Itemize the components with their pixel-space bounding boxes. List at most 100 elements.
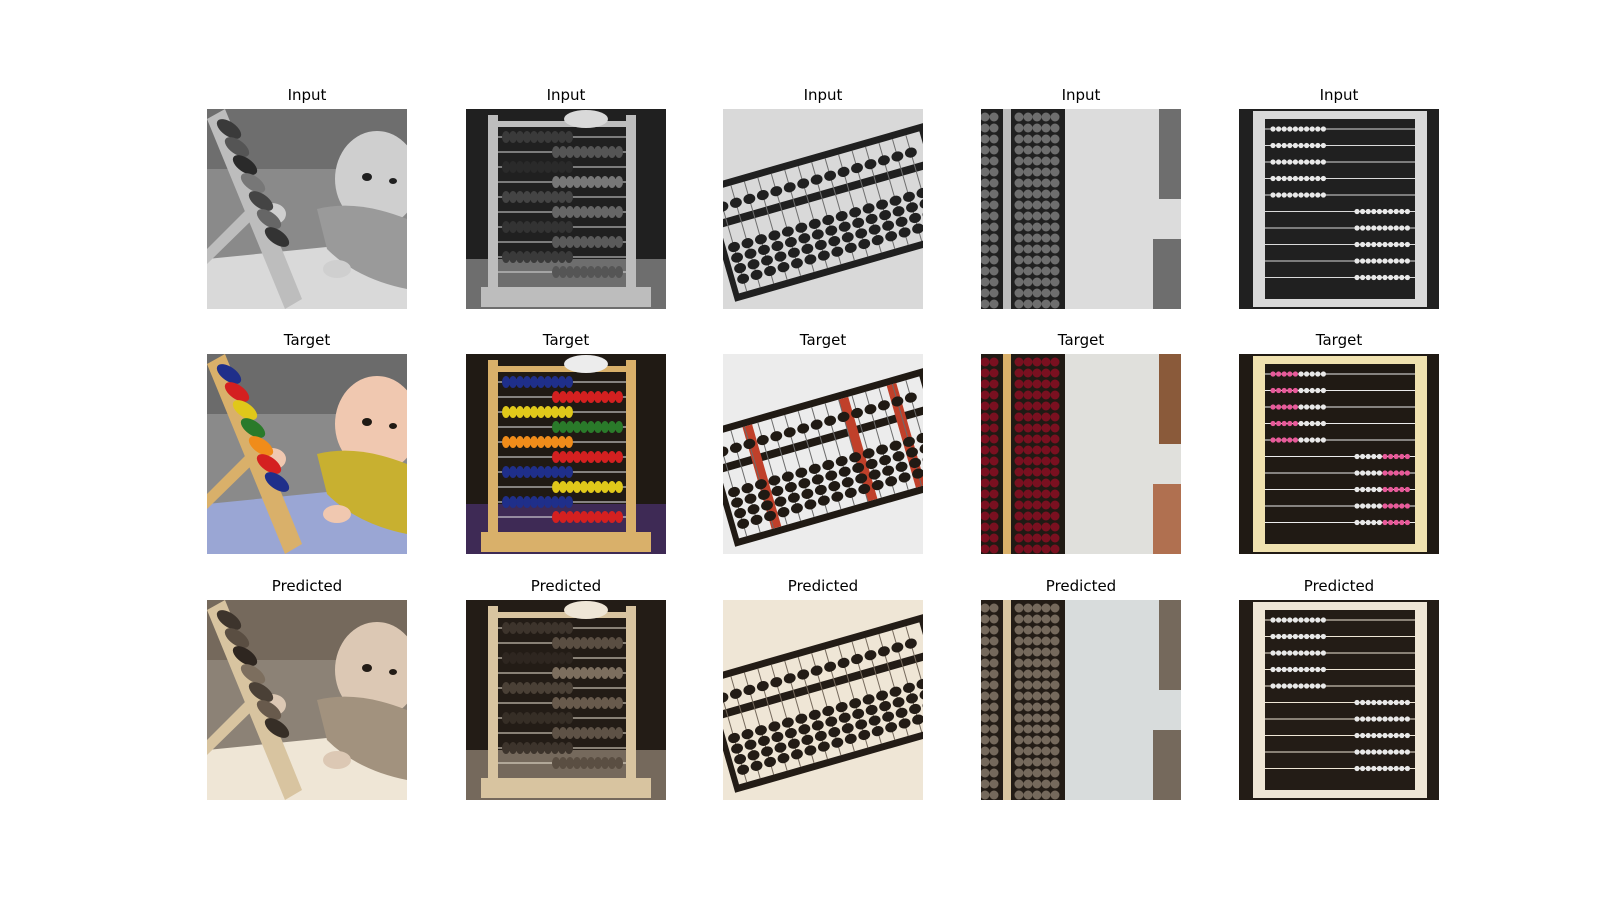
- abacus-bead: [558, 406, 566, 418]
- board-bead: [1304, 650, 1310, 656]
- board-bead: [1382, 274, 1388, 281]
- abacus-bead: [1014, 156, 1024, 166]
- board-bead: [1354, 765, 1360, 772]
- abacus-bead: [1032, 222, 1042, 232]
- abacus-bead: [552, 176, 560, 188]
- abacus-bead: [1032, 790, 1042, 800]
- grid-cell-sepia: Predicted: [466, 577, 666, 800]
- board-bead: [1287, 633, 1293, 640]
- abacus-bead: [1041, 134, 1051, 144]
- abacus-bead: [1023, 746, 1033, 756]
- abacus-bead: [1014, 134, 1024, 144]
- picture-frame-bottom: [1153, 484, 1181, 554]
- abacus-bead: [989, 691, 999, 701]
- abacus-bead: [1050, 658, 1060, 668]
- abacus-bead: [587, 667, 595, 679]
- abacus-bead: [537, 466, 545, 478]
- abacus-bead: [989, 277, 999, 287]
- board-bead: [1270, 126, 1276, 132]
- abacus-bead: [530, 131, 538, 143]
- abacus-bead: [580, 451, 588, 463]
- abacus-bead: [601, 391, 609, 403]
- abacus-bead: [530, 466, 538, 478]
- board-bead: [1287, 126, 1293, 132]
- abacus-bead: [1041, 357, 1051, 367]
- abacus-bead: [1050, 266, 1060, 276]
- board-bead: [1399, 716, 1405, 722]
- board-bead: [1399, 749, 1405, 755]
- abacus-bead: [1032, 544, 1042, 554]
- board-bead: [1354, 699, 1360, 706]
- abacus-bead: [1050, 691, 1060, 701]
- abacus-bead: [601, 667, 609, 679]
- board-bead: [1276, 666, 1282, 673]
- abacus-bead: [530, 436, 538, 448]
- grid-cell-sepia: Predicted: [981, 577, 1181, 800]
- child-hand: [564, 110, 608, 128]
- board-bead: [1315, 617, 1321, 623]
- board-bead: [1404, 699, 1410, 706]
- abacus-bead: [509, 622, 517, 634]
- abacus-bead: [565, 466, 573, 478]
- abacus-bead: [516, 131, 524, 143]
- abacus-bead: [1032, 691, 1042, 701]
- board-bead: [1404, 208, 1410, 215]
- abacus-bead: [1014, 467, 1024, 477]
- board-bead: [1393, 486, 1399, 493]
- abacus-bead: [1023, 112, 1033, 122]
- abacus-bead: [1041, 123, 1051, 133]
- abacus-bead: [1023, 724, 1033, 734]
- abacus-bead: [1032, 123, 1042, 133]
- abacus-bead: [1014, 277, 1024, 287]
- cell-title: Predicted: [1045, 577, 1117, 595]
- abacus-bead: [1041, 669, 1051, 679]
- abacus-bead: [1014, 423, 1024, 433]
- abacus-bead: [989, 647, 999, 657]
- abacus-bead: [1041, 614, 1051, 624]
- abacus-bead: [1023, 735, 1033, 745]
- abacus-bead: [509, 742, 517, 754]
- board-bead: [1371, 519, 1377, 526]
- abacus-bead: [587, 481, 595, 493]
- abacus-bead: [537, 221, 545, 233]
- abacus-bead: [1050, 511, 1060, 521]
- abacus-bead: [594, 391, 602, 403]
- grid-cell-sepia: Predicted: [207, 577, 407, 800]
- abacus-divider: [1003, 354, 1011, 554]
- abacus-bead: [1050, 178, 1060, 188]
- abacus-bead: [1023, 266, 1033, 276]
- cell-title: Predicted: [271, 577, 343, 595]
- abacus-bead: [1050, 379, 1060, 389]
- abacus-bead: [1014, 790, 1024, 800]
- abacus-bead: [601, 176, 609, 188]
- board-bead: [1276, 192, 1282, 198]
- board-bead: [1309, 617, 1315, 623]
- abacus-bead: [1023, 379, 1033, 389]
- cell-title: Input: [546, 86, 586, 104]
- abacus-bead: [608, 481, 616, 493]
- abacus-bead: [1032, 368, 1042, 378]
- abacus-bead: [565, 712, 573, 724]
- abacus-bead: [502, 466, 510, 478]
- grid-cell-sepia: Predicted: [723, 577, 923, 800]
- abacus-bead: [544, 436, 552, 448]
- abacus-bead: [559, 421, 567, 433]
- board-bead: [1309, 142, 1315, 149]
- photo-abacus-against-wall: [981, 109, 1181, 309]
- board-bead: [1382, 503, 1388, 509]
- abacus-bead: [615, 481, 623, 493]
- abacus-bead: [537, 652, 545, 664]
- board-bead: [1360, 732, 1366, 739]
- board-bead: [1270, 617, 1276, 623]
- abacus-bead: [502, 682, 510, 694]
- board-bead: [1304, 387, 1310, 394]
- abacus-bead: [1014, 603, 1024, 613]
- abacus-bead: [530, 712, 538, 724]
- board-bead: [1365, 241, 1371, 248]
- board-bead: [1276, 175, 1282, 182]
- board-bead: [1298, 437, 1304, 443]
- abacus-bead: [1041, 511, 1051, 521]
- board-bead: [1399, 453, 1405, 460]
- board-bead: [1298, 666, 1304, 673]
- board-bead: [1360, 716, 1366, 722]
